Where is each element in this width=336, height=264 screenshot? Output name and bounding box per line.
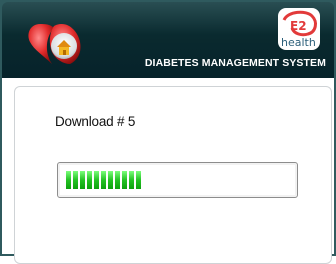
progress-segment: [73, 171, 78, 189]
progress-segment: [66, 171, 71, 189]
progress-segment: [122, 171, 127, 189]
app-header: E2 health DIABETES MANAGEMENT SYSTEM: [2, 2, 334, 78]
progress-segment: [101, 171, 106, 189]
svg-text:health: health: [281, 36, 316, 49]
system-title: DIABETES MANAGEMENT SYSTEM: [144, 57, 326, 69]
app-window-frame: E2 health DIABETES MANAGEMENT SYSTEM Dow…: [0, 0, 336, 264]
progress-segment: [108, 171, 113, 189]
progress-segment: [94, 171, 99, 189]
progress-segment: [80, 171, 85, 189]
e2-health-logo: E2 health: [278, 8, 320, 50]
progress-segment: [87, 171, 92, 189]
download-progress-bar: [57, 162, 298, 198]
download-panel: Download # 5: [14, 86, 332, 264]
progress-fill: [66, 171, 141, 189]
progress-segment: [136, 171, 141, 189]
heart-house-icon: [28, 24, 81, 64]
progress-segment: [129, 171, 134, 189]
progress-segment: [115, 171, 120, 189]
download-label: Download # 5: [55, 114, 136, 129]
svg-text:E2: E2: [290, 19, 307, 33]
content-area: Download # 5: [2, 78, 334, 264]
